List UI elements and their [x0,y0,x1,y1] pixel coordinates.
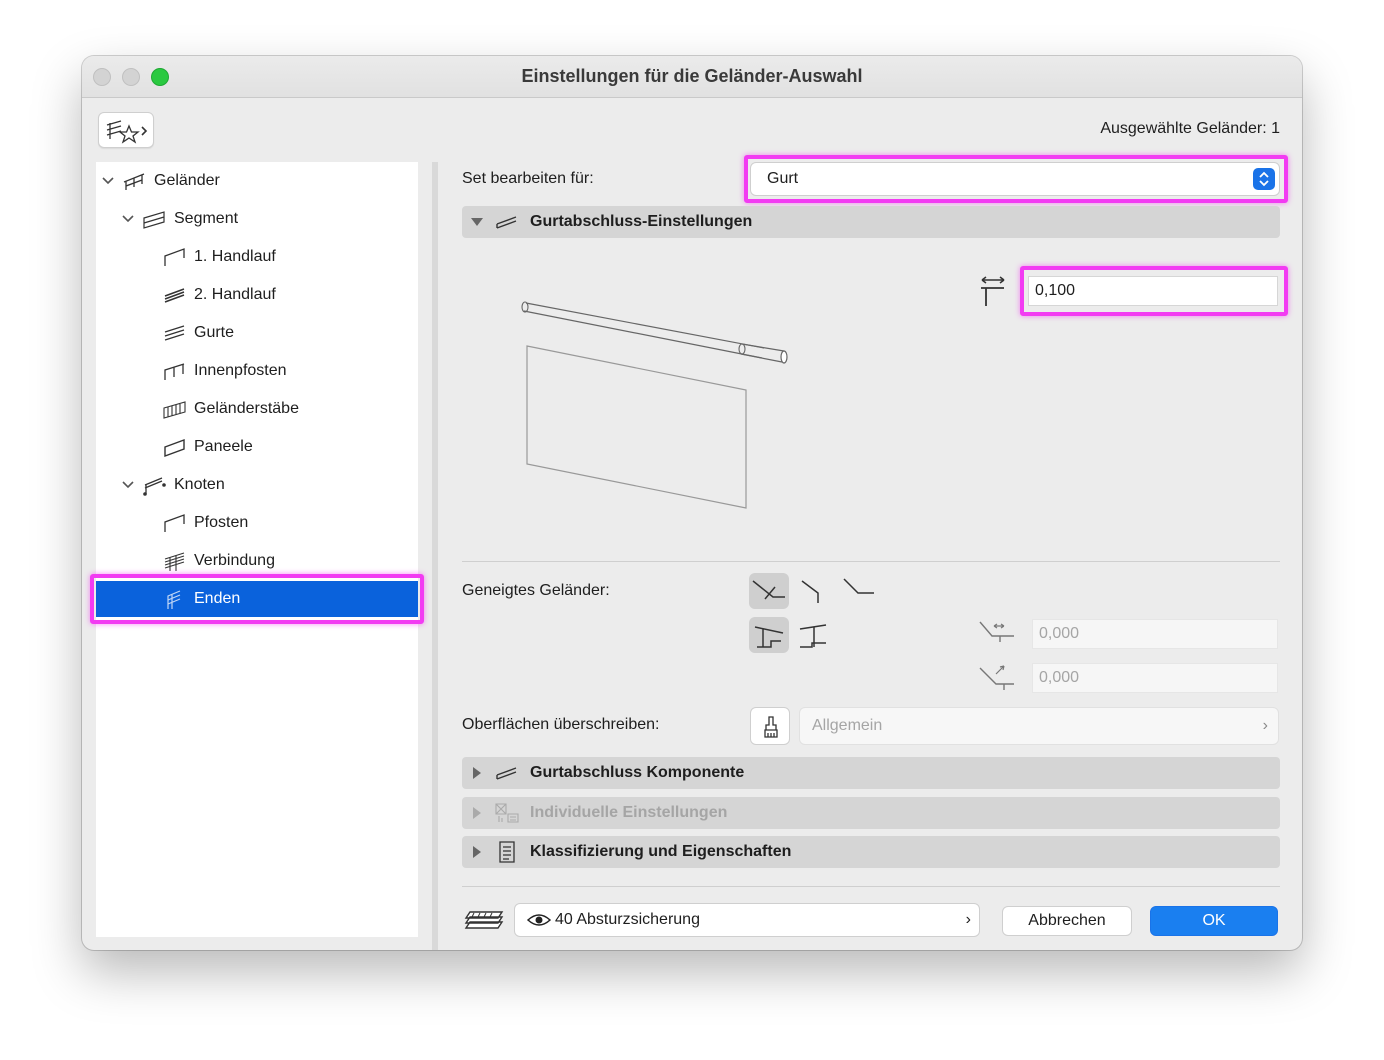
horizontal-extension-icon [979,621,1014,642]
favorites-icon [106,120,148,144]
tree-item-label: 1. Handlauf [194,248,276,265]
balusters-icon [163,401,186,419]
surface-material-field[interactable]: Allgemein › [799,707,1279,745]
highlight-edit-set [744,155,1288,203]
section-title: Gurtabschluss-Einstellungen [530,213,753,230]
favorites-button[interactable] [98,112,154,148]
tree-item-label: 2. Handlauf [194,286,276,303]
inclined-extension-input[interactable]: 0,000 [1032,663,1278,693]
tree-item-pfosten[interactable]: Pfosten [162,505,248,541]
horizontal-cut-icon [843,578,874,594]
tree-item-label: Segment [174,210,239,227]
segment-icon [143,211,165,229]
panel-icon [164,438,185,458]
settings-tree: Geländer Segment 1. Handlauf 2. Handlauf… [96,162,418,937]
inclined-vertical-cut-button[interactable] [749,573,789,609]
paint-brush-icon [764,716,778,738]
section-individuelle-einstellungen[interactable]: Individuelle Einstellungen [462,797,1280,829]
title-bar: Einstellungen für die Geländer-Auswahl [82,56,1302,98]
tree-item-label: Knoten [174,476,225,493]
stair-end-alt-icon [799,624,827,648]
cancel-button[interactable]: Abbrechen [1002,906,1132,936]
tree-item-label: Innenpfosten [194,362,287,379]
tree-item-label: Geländerstäbe [194,400,299,417]
tree-item-label: Geländer [154,172,220,189]
plumb-cut-icon [801,580,819,603]
section-gurtabschluss-komponente[interactable]: Gurtabschluss Komponente [462,757,1280,789]
inner-post-icon [164,363,185,380]
splitter[interactable] [432,162,438,950]
settings-dialog: Einstellungen für die Geländer-Auswahl A… [82,56,1302,950]
highlight-offset [1020,266,1288,316]
connection-icon [164,552,185,571]
chevron-right-icon: › [965,911,971,928]
inclined-end-type-1-button[interactable] [749,617,789,653]
inclined-horizontal-cut-button[interactable] [836,573,876,609]
horizontal-extension-input[interactable]: 0,000 [1032,619,1278,649]
tree-item-innenpfosten[interactable]: Innenpfosten [162,353,287,389]
post-icon [164,514,185,532]
handrail-icon [164,248,185,266]
surface-override-button[interactable] [750,707,790,745]
section-klassifizierung[interactable]: Klassifizierung und Eigenschaften [462,836,1280,868]
tree-item-gurte[interactable]: Gurte [162,315,234,351]
tree-item-handlauf-1[interactable]: 1. Handlauf [162,239,276,275]
tree-item-label: Pfosten [194,514,249,531]
stair-end-icon [754,626,784,648]
inclined-extension-icon [979,665,1014,690]
rail-end-preview [521,301,788,509]
rail-component-icon [496,767,517,780]
chevron-right-icon: › [1262,717,1268,734]
tree-item-segment[interactable]: Segment [120,201,238,237]
inclined-end-type-2-button[interactable] [794,617,834,653]
inclined-cut-icon [752,580,785,600]
chevron-down-icon [122,481,134,489]
section-title: Klassifizierung und Eigenschaften [530,843,792,860]
ok-button[interactable]: OK [1150,906,1278,936]
edit-set-label: Set bearbeiten für: [462,170,594,187]
tree-item-knoten[interactable]: Knoten [120,467,225,503]
footer-separator [462,886,1280,887]
inclined-plumb-cut-button[interactable] [792,573,832,609]
end-offset-icon [981,276,1005,306]
handrail-2-icon [164,288,185,303]
separator [462,561,1280,562]
eye-icon [527,914,551,926]
section-title: Gurtabschluss Komponente [530,764,745,781]
chevron-down-icon [102,177,114,185]
section-title: Individuelle Einstellungen [530,804,728,821]
individual-settings-icon [495,803,519,823]
layers-icon [464,911,504,929]
selected-count: Ausgewählte Geländer: 1 [1100,120,1280,137]
layer-label: 40 Absturzsicherung [555,911,700,928]
tree-item-gelaender[interactable]: Geländer [100,163,220,199]
chevron-down-icon [122,215,134,223]
surface-material-value: Allgemein [812,717,883,734]
tree-item-label: Gurte [194,324,235,341]
node-icon [143,477,166,496]
rails-icon [164,325,185,341]
window-title: Einstellungen für die Geländer-Auswahl [521,66,863,86]
tree-item-handlauf-2[interactable]: 2. Handlauf [162,277,276,313]
rail-end-icon [496,216,517,229]
inclined-railing-label: Geneigtes Geländer: [462,582,610,599]
tree-item-label: Paneele [194,438,253,455]
triangle-right-icon [473,807,481,819]
section-gurtabschluss-einstellungen[interactable]: Gurtabschluss-Einstellungen [462,206,1280,238]
triangle-right-icon [473,846,481,858]
tree-item-label: Verbindung [194,552,275,569]
layer-select-button[interactable]: 40 Absturzsicherung › [514,903,980,937]
triangle-right-icon [473,767,481,779]
highlight-selected-tree-item [90,574,424,624]
triangle-down-icon [471,218,483,226]
railing-icon [123,173,145,190]
tree-item-paneele[interactable]: Paneele [162,429,253,465]
document-icon [499,841,515,863]
tree-item-gelaenderstaebe[interactable]: Geländerstäbe [162,391,299,427]
surface-override-label: Oberflächen überschreiben: [462,716,660,733]
